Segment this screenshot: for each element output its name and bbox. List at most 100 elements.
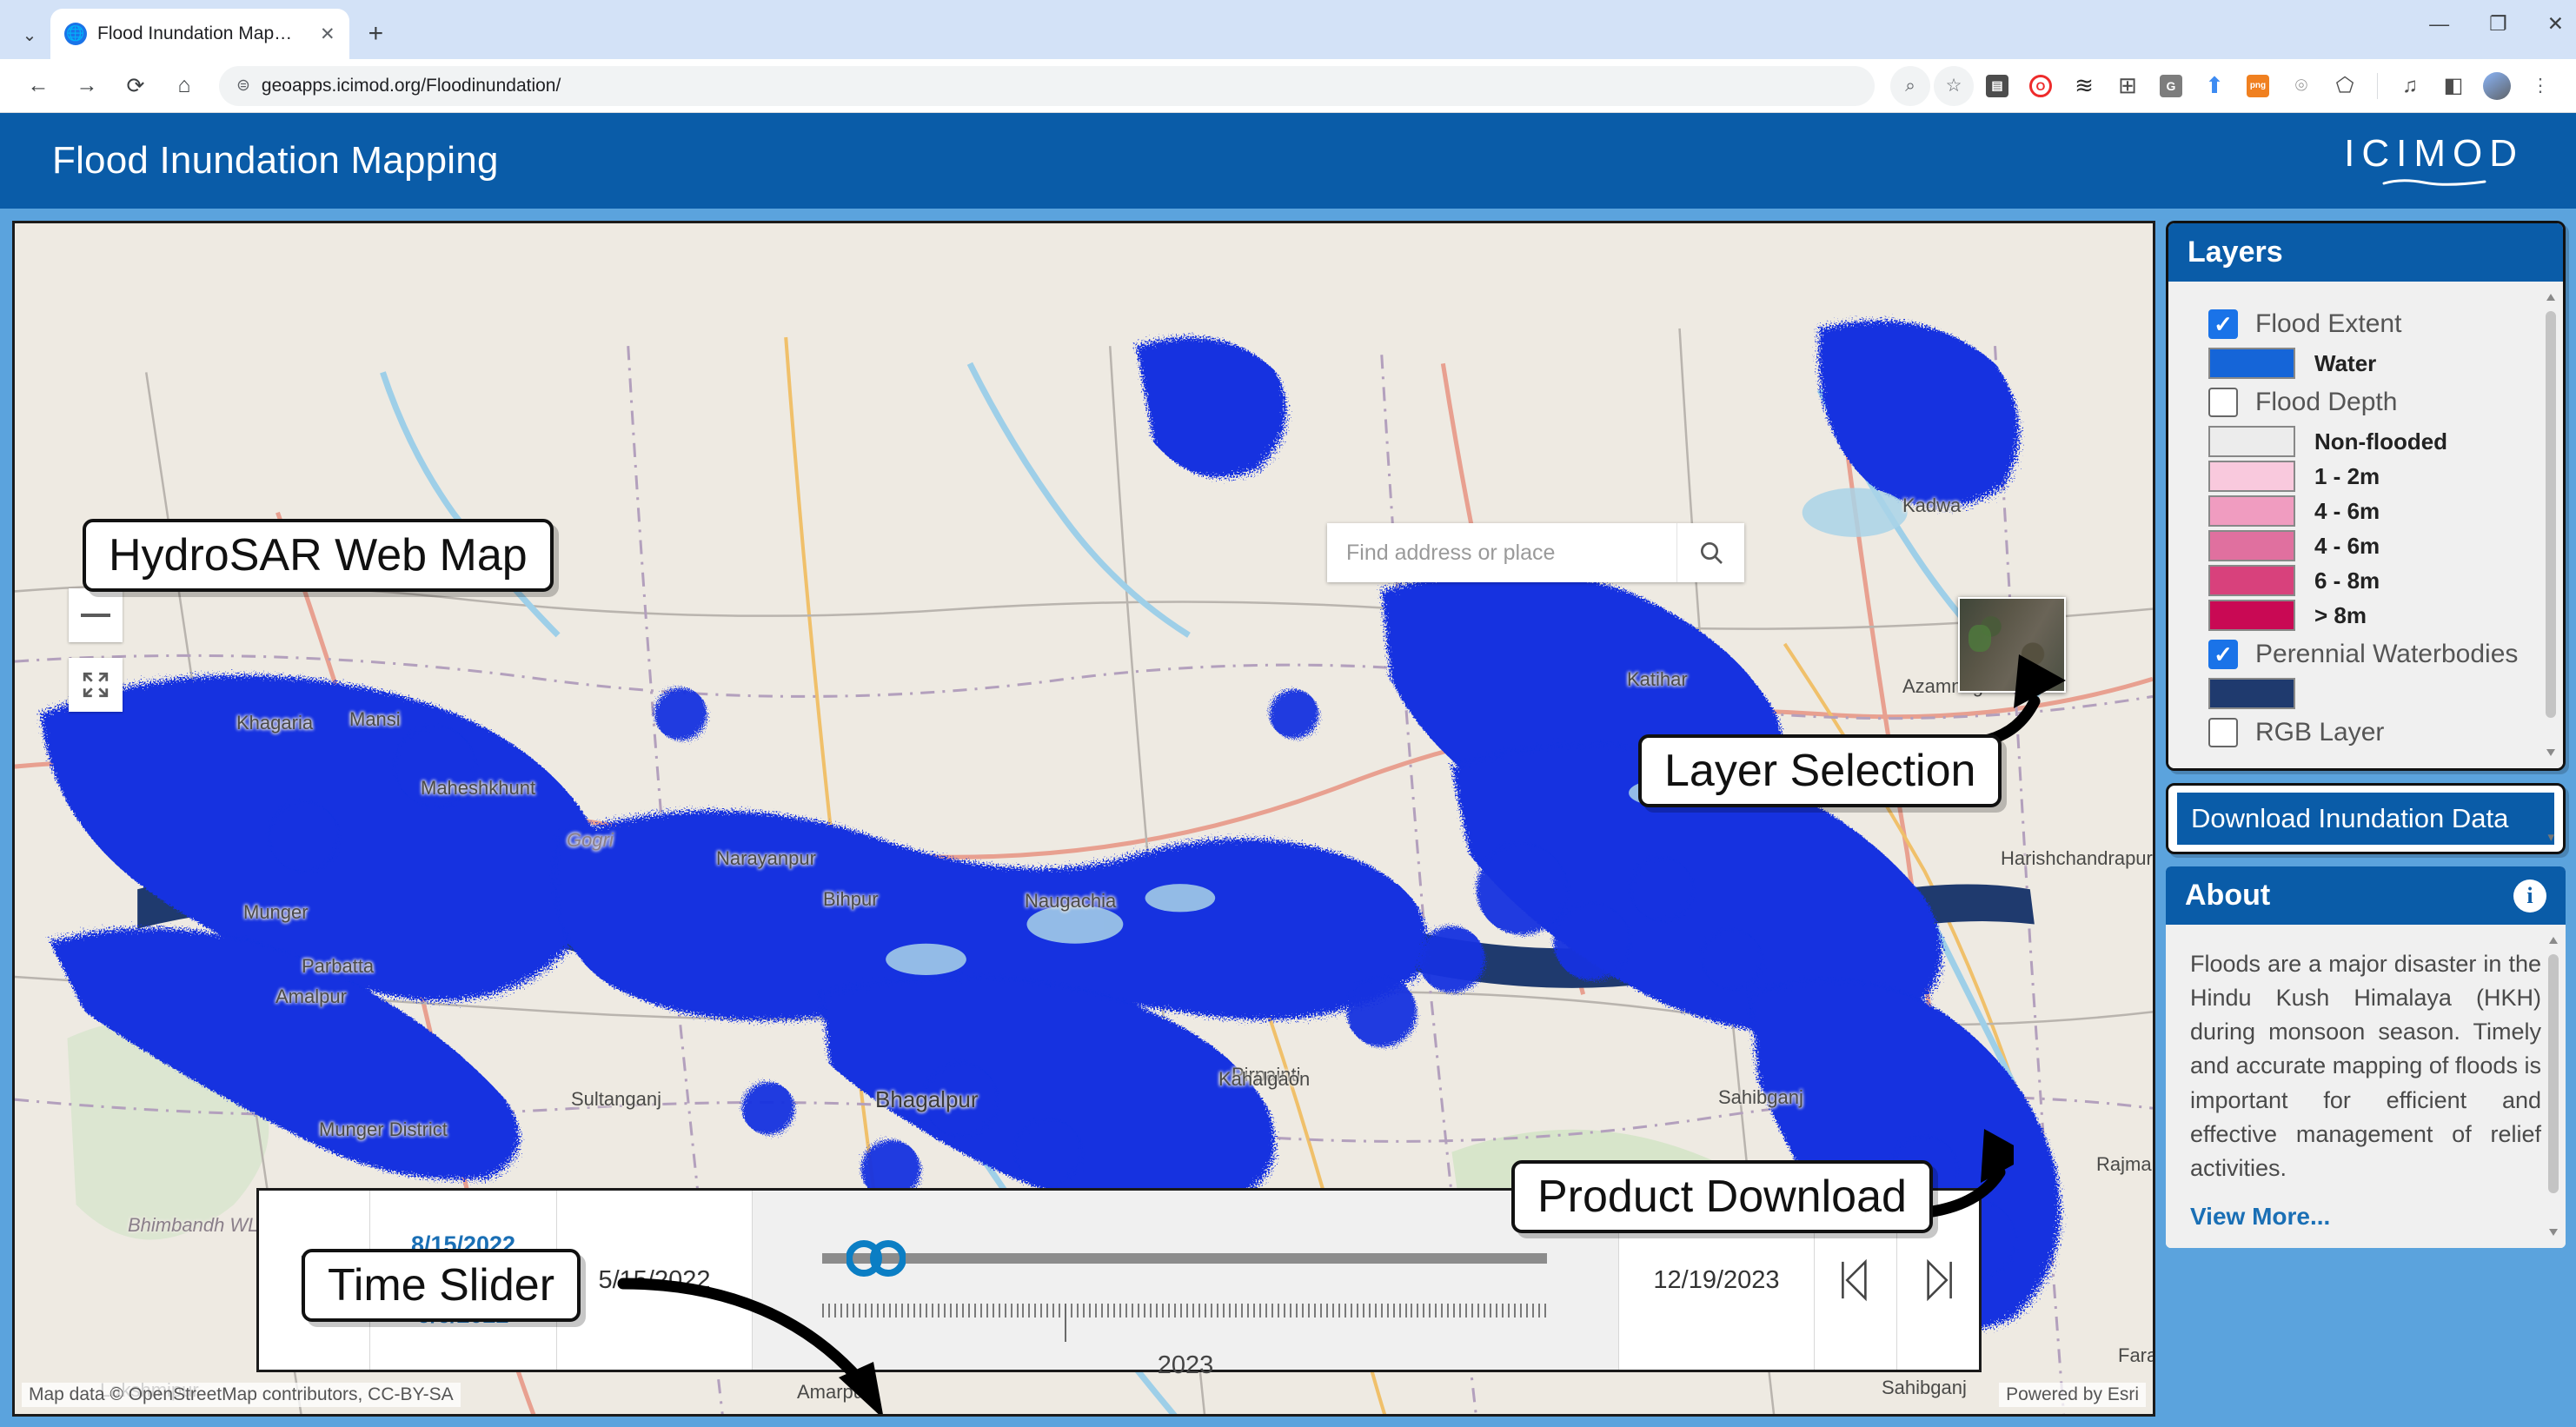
bookmark-star-icon[interactable]: ☆ xyxy=(1934,66,1974,106)
scroll-down-icon[interactable] xyxy=(2546,749,2555,756)
search-input[interactable] xyxy=(1327,523,1676,582)
time-slider-handle[interactable] xyxy=(846,1236,906,1281)
layers-icon[interactable]: ≋ xyxy=(2064,66,2104,106)
checkbox-flood-extent[interactable] xyxy=(2208,309,2238,339)
avatar[interactable] xyxy=(2477,66,2517,106)
grid-icon[interactable]: ⊞ xyxy=(2108,66,2148,106)
legend-row-depth-2: 4 - 6m xyxy=(2168,495,2563,527)
scroll-up-icon[interactable] xyxy=(2549,937,2558,944)
scroll-thumb[interactable] xyxy=(2546,311,2556,718)
legend-row-nonflooded: Non-flooded xyxy=(2168,426,2563,457)
layer-item-perennial-waterbodies[interactable]: Perennial Waterbodies xyxy=(2168,634,2563,674)
browser-menu-icon[interactable]: ⋮ xyxy=(2520,66,2560,106)
timeline-tick xyxy=(1005,1304,1006,1317)
view-more-link[interactable]: View More... xyxy=(2190,1203,2330,1231)
window-controls: — ❐ ✕ xyxy=(2429,12,2564,36)
timeline-tick xyxy=(1447,1304,1449,1317)
checkbox-rgb-layer[interactable] xyxy=(2208,718,2238,747)
close-icon[interactable]: ✕ xyxy=(320,23,335,45)
tab-flood-inundation-mapping[interactable]: 🌐 Flood Inundation Mapping ✕ xyxy=(50,9,349,59)
zoom-icon[interactable]: ⌕ xyxy=(1890,66,1930,106)
timeline-tick xyxy=(1399,1304,1401,1317)
download-inundation-data-button[interactable]: Download Inundation Data xyxy=(2177,793,2554,845)
checkbox-flood-depth[interactable] xyxy=(2208,388,2238,417)
layer-item-flood-depth[interactable]: Flood Depth xyxy=(2168,382,2563,422)
track-line xyxy=(822,1253,1547,1264)
about-scrollbar[interactable] xyxy=(2548,937,2559,1236)
site-settings-icon[interactable]: ⊜ xyxy=(236,76,249,96)
layer-item-flood-extent[interactable]: Flood Extent xyxy=(2168,304,2563,344)
map-search-box[interactable] xyxy=(1327,523,1744,582)
new-tab-button[interactable]: + xyxy=(368,19,384,49)
timeline-track[interactable]: 2023 xyxy=(753,1191,1618,1370)
layers-panel-title: Layers xyxy=(2188,236,2283,269)
legend-swatch-depth-3 xyxy=(2208,530,2295,561)
search-icon[interactable] xyxy=(1676,523,1744,582)
reading-list-icon[interactable]: ▤ xyxy=(1977,66,2017,106)
zoom-out-button[interactable] xyxy=(69,588,123,642)
puzzle-icon[interactable]: ⬠ xyxy=(2325,66,2365,106)
legend-row-depth-1: 1 - 2m xyxy=(2168,461,2563,492)
map-label: Amarpur xyxy=(797,1381,870,1404)
scroll-down-icon[interactable] xyxy=(2549,1229,2558,1236)
back-icon[interactable]: ← xyxy=(16,63,61,109)
timeline-tick xyxy=(1028,1304,1030,1317)
previous-icon xyxy=(1838,1258,1873,1303)
layer-item-rgb-layer[interactable]: RGB Layer xyxy=(2168,713,2563,753)
playlist-icon[interactable]: ♫ xyxy=(2390,66,2430,106)
timeline-tick xyxy=(877,1304,879,1317)
scroll-thumb[interactable] xyxy=(2548,954,2559,1193)
legend-row-perennial xyxy=(2168,678,2563,709)
map-label: Mansi xyxy=(349,708,401,731)
legend-label-water: Water xyxy=(2314,350,2376,377)
checkbox-perennial-waterbodies[interactable] xyxy=(2208,640,2238,669)
fullscreen-button[interactable] xyxy=(69,658,123,712)
timeline-tick xyxy=(956,1304,958,1317)
timeline-tick xyxy=(944,1304,946,1317)
minimize-icon[interactable]: — xyxy=(2429,12,2449,36)
forward-icon[interactable]: → xyxy=(64,63,110,109)
camera-icon[interactable]: ⌾ xyxy=(2281,66,2321,106)
layers-panel: Layers Flood Extent Water xyxy=(2166,221,2566,771)
side-panel-icon[interactable]: ◧ xyxy=(2433,66,2473,106)
timeline-tick xyxy=(1059,1304,1060,1317)
info-icon[interactable]: i xyxy=(2513,879,2546,913)
map-label: Sahibganj xyxy=(1882,1377,1967,1399)
png-extension-icon[interactable]: png xyxy=(2238,66,2278,106)
timeline-tick xyxy=(920,1304,921,1317)
timeline-tick xyxy=(840,1304,842,1317)
timeline-tick xyxy=(1168,1304,1170,1317)
maximize-icon[interactable]: ❐ xyxy=(2489,12,2507,36)
timeline-tick xyxy=(1502,1304,1504,1317)
legend-swatch-water xyxy=(2208,348,2295,379)
timeline-tick xyxy=(1369,1304,1371,1317)
timeline-tick xyxy=(1296,1304,1298,1317)
home-icon[interactable]: ⌂ xyxy=(162,63,207,109)
icimod-wave-icon xyxy=(2382,178,2486,187)
web-map[interactable]: KhagariaMansiMaheshkhuntGogriNarayanpurB… xyxy=(12,221,2155,1417)
timeline-tick xyxy=(822,1304,824,1317)
reload-icon[interactable]: ⟳ xyxy=(113,63,158,109)
download-panel: Download Inundation Data ▾ xyxy=(2166,783,2566,854)
timeline-tick xyxy=(1198,1304,1200,1317)
layers-scrollbar[interactable] xyxy=(2546,294,2556,756)
tab-search-chevron-icon[interactable]: ⌄ xyxy=(9,10,50,59)
timeline-tick xyxy=(859,1304,860,1317)
pin-icon[interactable]: ⬆ xyxy=(2194,66,2234,106)
address-bar[interactable]: ⊜ geoapps.icimod.org/Floodinundation/ xyxy=(219,66,1875,106)
timeline-tick xyxy=(980,1304,982,1317)
grammarly-icon[interactable]: G xyxy=(2151,66,2191,106)
timeline-tick xyxy=(1253,1304,1255,1317)
basemap-toggle-thumbnail[interactable] xyxy=(1958,597,2066,693)
timeline-tick xyxy=(1065,1304,1066,1342)
timeline-tick xyxy=(1320,1304,1322,1317)
expand-icon xyxy=(81,670,110,700)
timeline-tick xyxy=(1034,1304,1036,1317)
scroll-up-icon[interactable] xyxy=(2546,294,2555,301)
timeline-tick xyxy=(1083,1304,1085,1317)
legend-label-nonflooded: Non-flooded xyxy=(2314,428,2447,455)
opera-icon[interactable]: O xyxy=(2021,66,2061,106)
timeline-tick xyxy=(1071,1304,1072,1317)
close-window-icon[interactable]: ✕ xyxy=(2547,12,2564,36)
chevron-down-icon[interactable]: ▾ xyxy=(2547,829,2554,845)
